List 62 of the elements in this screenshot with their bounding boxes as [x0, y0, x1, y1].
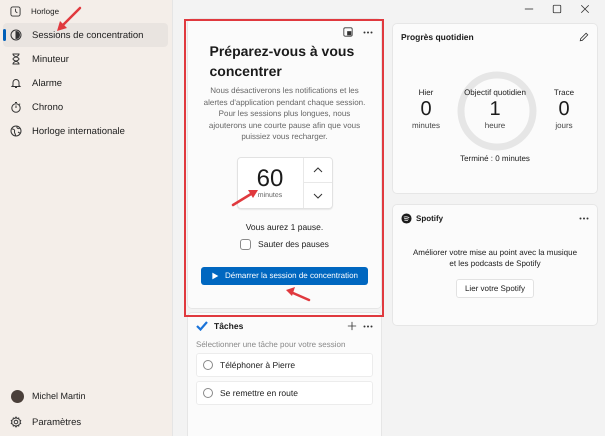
mini-view-button[interactable]	[343, 27, 353, 37]
more-icon	[579, 216, 589, 220]
task-item[interactable]: Se remettre en route	[196, 381, 373, 405]
sidebar-item[interactable]: Minuteur	[3, 47, 168, 71]
account-button[interactable]: Michel Martin	[3, 383, 168, 409]
more-button[interactable]	[363, 324, 373, 328]
annotation-arrow	[232, 190, 258, 206]
settings-icon	[10, 416, 22, 428]
sidebar-item[interactable]: Horloge internationale	[3, 119, 168, 143]
clock-app-icon	[10, 6, 21, 17]
stat-unit: jours	[555, 121, 573, 130]
pencil-icon	[579, 32, 589, 42]
breaks-note: Vous aurez 1 pause.	[246, 222, 324, 232]
stat-unit: minutes	[412, 121, 440, 130]
sidebar-item[interactable]: Sessions de concentration	[3, 23, 168, 47]
tasks-title: Tâches	[214, 321, 244, 331]
stat-label: Objectif quotidien	[464, 88, 526, 97]
stat-value: 1	[489, 97, 501, 121]
progress-title: Progrès quotidien	[401, 32, 474, 42]
globe-icon	[10, 125, 22, 137]
add-task-button[interactable]	[347, 321, 357, 331]
stat-label: Trace	[554, 88, 574, 97]
close-icon	[580, 4, 590, 14]
tasks-hint: Sélectionner une tâche pour votre session	[196, 340, 346, 349]
spotify-logo-icon	[401, 212, 412, 224]
sidebar-item[interactable]: Alarme	[3, 71, 168, 95]
play-icon	[211, 272, 220, 280]
edit-button[interactable]	[579, 32, 589, 42]
sidebar-item[interactable]: Chrono	[3, 95, 168, 119]
settings-button[interactable]: Paramètres	[3, 409, 168, 435]
more-button[interactable]	[363, 30, 373, 34]
annotation-arrow	[286, 287, 310, 302]
spotify-title: Spotify	[416, 214, 444, 222]
stat-value: 0	[558, 97, 570, 121]
app-title: Horloge	[31, 7, 60, 16]
link-spotify-button[interactable]: Lier votre Spotify	[456, 279, 534, 298]
focus-description: Nous désactiverons les notifications et les alertes d'application pendant chaque session. Pour les sessions plus longues, nous ajouterons une courte pause afin que vous puissiez vous recharger.	[202, 85, 366, 143]
avatar-icon	[11, 390, 24, 402]
stat-label: Hier	[418, 88, 434, 97]
annotation-arrow	[57, 6, 82, 31]
focus-title: Préparez-vous à vous concentrer	[210, 42, 356, 81]
stopwatch-icon	[10, 101, 22, 113]
chevron-up-icon	[312, 167, 322, 174]
start-session-button[interactable]: Démarrer la session de concentration	[201, 266, 368, 285]
stat-unit: heure	[484, 121, 506, 130]
focus-icon	[10, 29, 22, 41]
stat-value: 0	[420, 97, 432, 121]
more-icon	[363, 30, 373, 34]
skip-breaks-checkbox[interactable]: Sauter des pauses	[240, 238, 329, 250]
task-item[interactable]: Téléphoner à Pierre	[196, 353, 373, 377]
duration-value: 60	[256, 166, 284, 192]
hourglass-icon	[10, 53, 22, 65]
plus-icon	[347, 321, 357, 331]
chevron-down-icon	[312, 192, 322, 199]
more-icon	[363, 324, 373, 328]
bell-icon	[10, 77, 22, 89]
more-button[interactable]	[579, 216, 589, 220]
maximize-icon	[552, 4, 562, 14]
completed-text: Terminé : 0 minutes	[459, 154, 531, 163]
checkmark-icon	[196, 321, 208, 331]
spotify-description: Améliorer votre mise au point avec la musique et les podcasts de Spotify	[412, 247, 578, 269]
mini-window-icon	[343, 27, 353, 37]
